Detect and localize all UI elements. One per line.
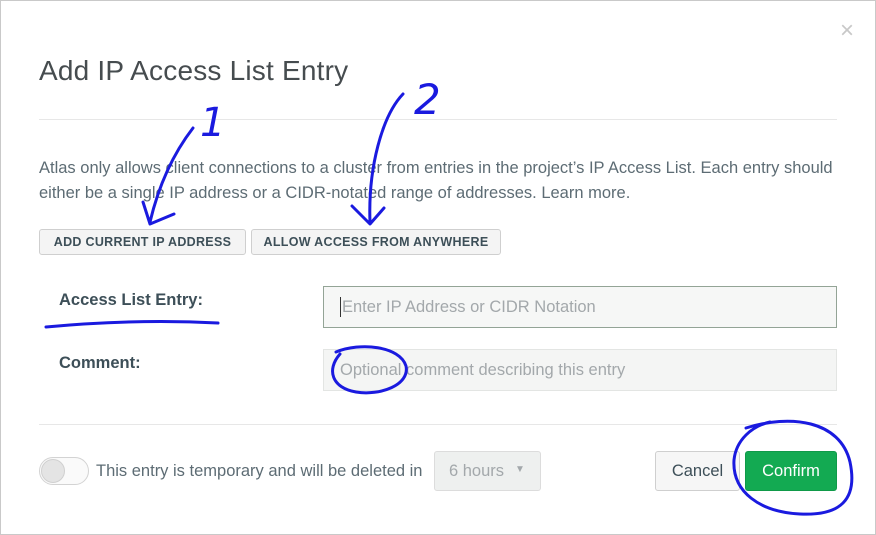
comment-placeholder: Optional comment describing this entry <box>340 360 626 379</box>
description-text: Atlas only allows client connections to … <box>39 159 833 202</box>
duration-selected-value: 6 hours <box>449 461 505 480</box>
toggle-knob <box>41 459 65 483</box>
confirm-button[interactable]: Confirm <box>745 451 837 491</box>
footer-divider <box>39 424 837 425</box>
comment-label: Comment: <box>59 354 141 372</box>
header-divider <box>39 119 837 120</box>
duration-select[interactable]: 6 hours ▼ <box>434 451 541 491</box>
temporary-entry-text: This entry is temporary and will be dele… <box>96 462 423 480</box>
add-current-ip-button[interactable]: ADD CURRENT IP ADDRESS <box>39 229 246 255</box>
cancel-button[interactable]: Cancel <box>655 451 740 491</box>
chevron-down-icon: ▼ <box>515 464 525 475</box>
learn-more-link[interactable]: Learn more. <box>541 184 630 202</box>
text-caret <box>340 297 341 317</box>
access-list-entry-label: Access List Entry: <box>59 291 203 309</box>
access-list-entry-placeholder: Enter IP Address or CIDR Notation <box>342 297 596 316</box>
dialog-description: Atlas only allows client connections to … <box>39 156 839 206</box>
access-list-entry-input[interactable]: Enter IP Address or CIDR Notation <box>323 286 837 328</box>
temporary-entry-toggle[interactable] <box>39 457 89 485</box>
dialog-title: Add IP Access List Entry <box>39 55 349 86</box>
comment-input[interactable]: Optional comment describing this entry <box>323 349 837 391</box>
add-ip-access-list-dialog: × Add IP Access List Entry Atlas only al… <box>0 0 876 535</box>
allow-access-anywhere-button[interactable]: ALLOW ACCESS FROM ANYWHERE <box>251 229 501 255</box>
close-icon[interactable]: × <box>837 19 857 43</box>
